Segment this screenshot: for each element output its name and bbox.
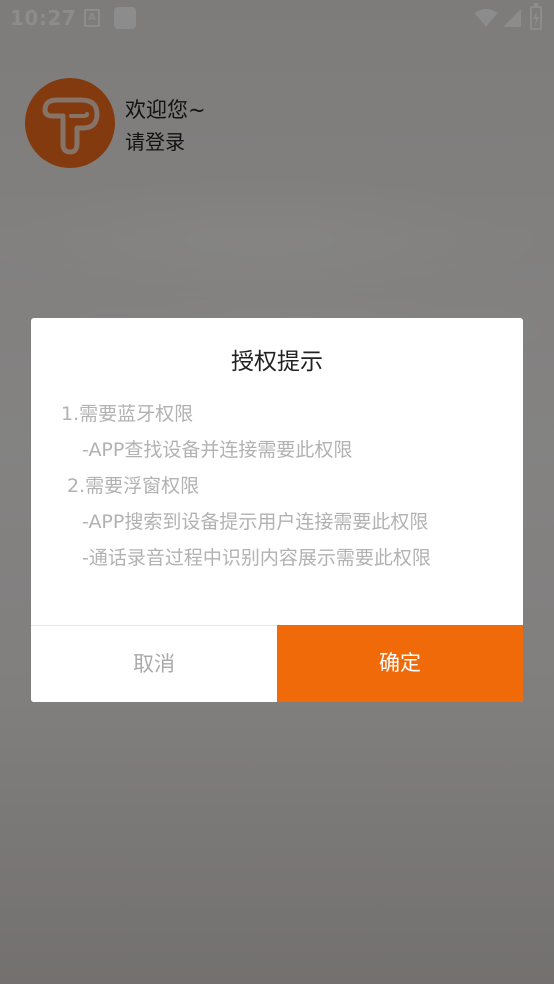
permission-overlay-reason-2: -通话录音过程中识别内容展示需要此权限 xyxy=(82,547,431,569)
permission-overlay-reason-1: -APP搜索到设备提示用户连接需要此权限 xyxy=(82,511,429,533)
permission-bluetooth-heading: 1.需要蓝牙权限 xyxy=(61,403,194,425)
permission-bluetooth-reason: -APP查找设备并连接需要此权限 xyxy=(82,439,353,461)
confirm-button[interactable]: 确定 xyxy=(277,625,523,702)
cancel-button[interactable]: 取消 xyxy=(31,626,277,702)
permission-overlay-heading: 2.需要浮窗权限 xyxy=(67,475,200,497)
dialog-title: 授权提示 xyxy=(231,349,323,375)
permission-dialog: 授权提示 1.需要蓝牙权限 -APP查找设备并连接需要此权限 2.需要浮窗权限 … xyxy=(31,318,523,702)
dialog-footer: 取消 确定 xyxy=(31,625,523,702)
